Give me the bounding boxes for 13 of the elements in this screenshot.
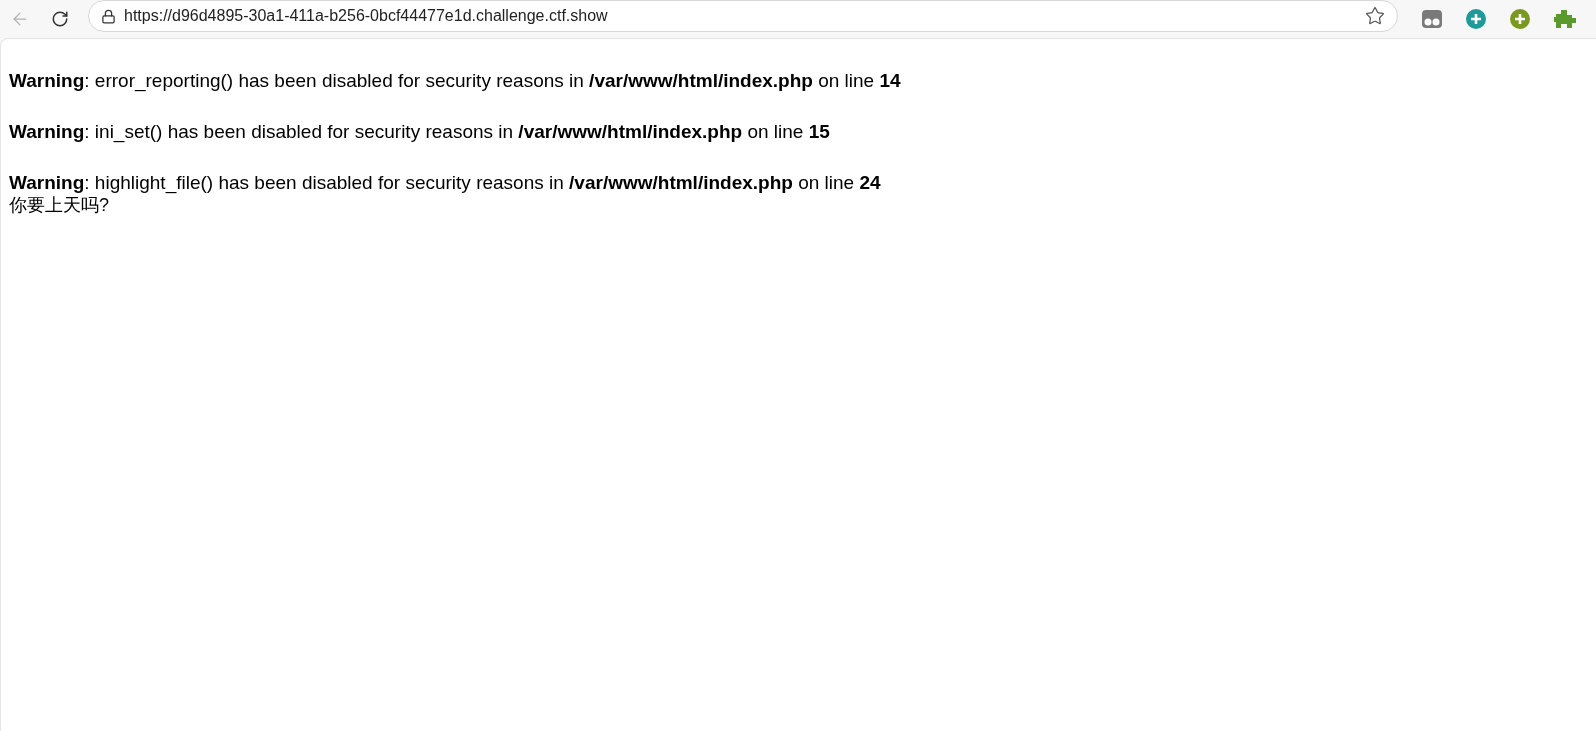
plus-circle-icon[interactable] [1466,9,1486,29]
extension-icon[interactable] [1422,10,1442,28]
warning-message: Warning: error_reporting() has been disabled for security reasons in /var/www/html/index.php on line 14 [9,69,902,92]
address-bar[interactable]: https://d96d4895-30a1-411a-b256-0bcf44477e1d.challenge.ctf.show [88,0,1398,32]
url-text: https://d96d4895-30a1-411a-b256-0bcf44477e1d.challenge.ctf.show [124,6,609,26]
lock-icon [101,8,116,24]
reload-icon [51,10,69,28]
output-text: 你要上天吗? [9,194,110,217]
warning-message: Warning: ini_set() has been disabled for security reasons in /var/www/html/index.php on line 15 [9,120,831,143]
plus-circle-icon[interactable] [1510,9,1530,29]
puzzle-icon[interactable] [1554,10,1576,28]
favorite-star-icon[interactable] [1365,6,1385,26]
warning-message: Warning: highlight_file() has been disabled for security reasons in /var/www/html/index.php on line 24 [9,171,882,194]
